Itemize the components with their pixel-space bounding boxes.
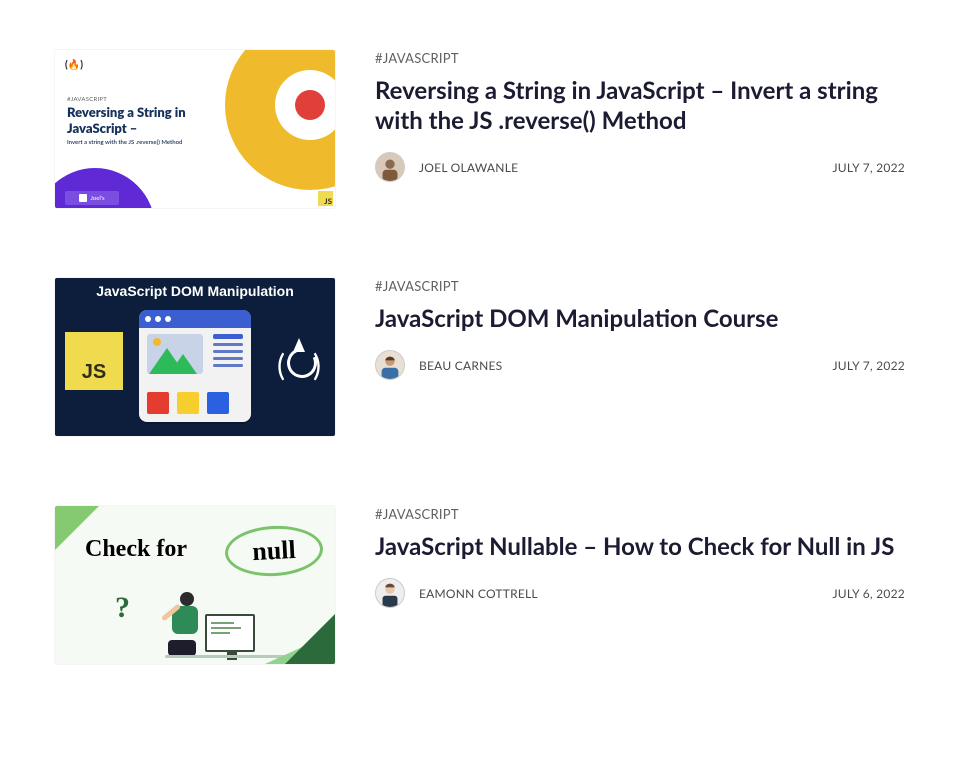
thumb-headline: Reversing a String in JavaScript – (67, 104, 227, 137)
article-tag[interactable]: #JAVASCRIPT (375, 278, 905, 294)
thumb-tag: #JAVASCRIPT (67, 96, 107, 103)
avatar (375, 578, 405, 608)
article-body: #JAVASCRIPT JavaScript DOM Manipulation … (375, 278, 905, 436)
thumb-author-badge: Joel's (65, 191, 119, 205)
article-thumbnail[interactable]: (🔥) #JAVASCRIPT Reversing a String in Ja… (55, 50, 335, 208)
monitor-illustration (205, 614, 255, 652)
article-card: Check for null ? #JAVASCRIPT JavaScript … (55, 506, 905, 664)
article-tag[interactable]: #JAVASCRIPT (375, 50, 905, 66)
article-date: JULY 7, 2022 (833, 358, 906, 373)
decorative-shape (285, 614, 335, 664)
thumb-caption: JavaScript DOM Manipulation (55, 283, 335, 299)
article-card: (🔥) #JAVASCRIPT Reversing a String in Ja… (55, 50, 905, 208)
article-body: #JAVASCRIPT Reversing a String in JavaSc… (375, 50, 905, 208)
article-author[interactable]: JOEL OLAWANLE (375, 152, 518, 182)
article-card: JavaScript DOM Manipulation JS () #JAVAS… (55, 278, 905, 436)
article-title[interactable]: Reversing a String in JavaScript – Inver… (375, 76, 905, 136)
question-icon: ? (115, 591, 130, 625)
article-title[interactable]: JavaScript Nullable – How to Check for N… (375, 532, 905, 562)
article-date: JULY 6, 2022 (833, 586, 906, 601)
article-date: JULY 7, 2022 (833, 160, 906, 175)
person-illustration (158, 592, 208, 656)
article-author[interactable]: BEAU CARNES (375, 350, 502, 380)
article-tag[interactable]: #JAVASCRIPT (375, 506, 905, 522)
js-icon: JS (65, 332, 123, 390)
author-name: EAMONN COTTRELL (419, 586, 538, 601)
avatar (375, 152, 405, 182)
thumb-null-text: null (252, 535, 297, 567)
article-author[interactable]: EAMONN COTTRELL (375, 578, 538, 608)
article-meta: BEAU CARNES JULY 7, 2022 (375, 350, 905, 380)
js-icon: JS (318, 191, 333, 206)
article-title[interactable]: JavaScript DOM Manipulation Course (375, 304, 905, 334)
article-thumbnail[interactable]: JavaScript DOM Manipulation JS () (55, 278, 335, 436)
author-name: JOEL OLAWANLE (419, 160, 518, 175)
article-thumbnail[interactable]: Check for null ? (55, 506, 335, 664)
freecodecamp-icon: () (277, 338, 321, 383)
brand-mark: (🔥) (65, 59, 83, 71)
author-name: BEAU CARNES (419, 358, 502, 373)
article-meta: EAMONN COTTRELL JULY 6, 2022 (375, 578, 905, 608)
thumb-subheadline: Invert a string with the JS .reverse() M… (67, 139, 237, 146)
browser-illustration (139, 310, 251, 422)
article-body: #JAVASCRIPT JavaScript Nullable – How to… (375, 506, 905, 664)
thumb-null-highlight: null (224, 523, 324, 578)
article-meta: JOEL OLAWANLE JULY 7, 2022 (375, 152, 905, 182)
thumb-text: Check for (85, 536, 187, 563)
decorative-shape (225, 50, 335, 190)
avatar (375, 350, 405, 380)
